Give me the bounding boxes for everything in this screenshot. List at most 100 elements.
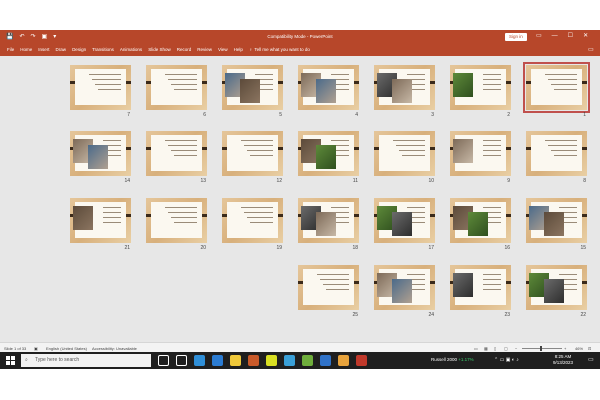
slide-number: 18 [352, 245, 358, 251]
zoom-slider[interactable] [522, 348, 562, 349]
taskbar-app-icon[interactable] [212, 355, 223, 366]
slide-thumbnail[interactable] [146, 65, 207, 110]
tab-insert[interactable]: Insert [38, 46, 49, 54]
slide-thumbnail[interactable] [523, 62, 590, 113]
slide-thumbnail[interactable] [450, 265, 511, 310]
slide-thumbnail[interactable] [298, 198, 359, 243]
slide-number: 15 [580, 245, 586, 251]
notification-icon[interactable]: ▭ [588, 356, 594, 363]
windows-start-icon[interactable] [6, 356, 15, 365]
slide-thumbnail[interactable] [298, 131, 359, 176]
slide-number: 20 [200, 245, 206, 251]
slide-thumbnail[interactable] [70, 131, 131, 176]
tab-animations[interactable]: Animations [120, 46, 142, 54]
clock[interactable]: 8:25 AM 9/13/2023 [553, 354, 573, 366]
minimize-icon[interactable]: — [552, 32, 558, 41]
slide-text-line [483, 89, 501, 90]
slide-thumbnail[interactable] [374, 65, 435, 110]
slide-text-line [171, 217, 197, 218]
slide-thumbnail[interactable] [450, 65, 511, 110]
slide-thumbnail[interactable] [374, 265, 435, 310]
slide-thumbnail[interactable] [298, 65, 359, 110]
slide-thumbnail[interactable] [450, 198, 511, 243]
slide-number: 9 [507, 178, 510, 184]
slide-text-line [174, 155, 197, 156]
slide-text-line [92, 79, 121, 80]
slide-thumbnail[interactable] [146, 198, 207, 243]
tab-record[interactable]: Record [177, 46, 192, 54]
taskbar-app-icon[interactable] [356, 355, 367, 366]
slide-text-line [402, 155, 425, 156]
system-tray[interactable]: ⌃ ▭ ▣ ◐ ♪ [494, 357, 519, 363]
slide-picture [468, 212, 488, 236]
taskbar-app-icon[interactable] [338, 355, 349, 366]
slide-text-line [95, 84, 121, 85]
taskbar-app-icon[interactable] [158, 355, 169, 366]
slide-text-line [331, 140, 349, 141]
slide-text-line [483, 274, 501, 275]
slide-thumbnail[interactable] [222, 198, 283, 243]
search-icon: ⌕ [25, 357, 28, 363]
slide-text-line [483, 150, 501, 151]
taskbar-app-icon[interactable] [194, 355, 205, 366]
tab-file[interactable]: File [7, 46, 14, 54]
taskbar-app-icon[interactable] [266, 355, 277, 366]
close-icon[interactable]: ✕ [583, 32, 588, 41]
slide-thumbnail[interactable] [526, 131, 587, 176]
slide-text-line [247, 217, 273, 218]
taskbar-app-icon[interactable] [302, 355, 313, 366]
stock-widget[interactable]: Russell 2000 +1.17% [431, 357, 474, 362]
slide-thumbnail[interactable] [298, 265, 359, 310]
comment-icon[interactable]: ▭ [588, 46, 594, 54]
ribbon-display-icon[interactable]: ▭ [536, 32, 542, 41]
slide-text-line [247, 150, 273, 151]
tab-review[interactable]: Review [197, 46, 212, 54]
slide-text-line [326, 289, 349, 290]
tab-design[interactable]: Design [72, 46, 86, 54]
slide-number: 2 [507, 112, 510, 118]
slide-picture [88, 145, 108, 169]
slide-picture [73, 206, 93, 230]
slide-text-line [244, 212, 273, 213]
slide-thumbnail[interactable] [374, 198, 435, 243]
taskbar-app-icon[interactable] [284, 355, 295, 366]
slide-text-line [545, 74, 577, 75]
slide-text-line [244, 145, 273, 146]
tab-slide-show[interactable]: Slide Show [148, 46, 171, 54]
slide-text-line [320, 279, 349, 280]
tab-home[interactable]: Home [20, 46, 32, 54]
slide-number: 13 [200, 178, 206, 184]
slide-picture [240, 79, 260, 103]
taskbar: ⌕ Type here to search Russell 2000 +1.17… [0, 352, 600, 369]
tab-view[interactable]: View [218, 46, 228, 54]
slide-text-line [241, 140, 273, 141]
slide-number: 11 [352, 178, 358, 184]
slide-thumbnail[interactable] [450, 131, 511, 176]
tab-transitions[interactable]: Transitions [92, 46, 114, 54]
tell-me-box[interactable]: ♀ Tell me what you want to do [249, 46, 310, 54]
taskbar-app-icon[interactable] [320, 355, 331, 366]
slide-number: 8 [583, 178, 586, 184]
zoom-slider-thumb[interactable] [540, 346, 542, 351]
slide-thumbnail[interactable] [146, 131, 207, 176]
slide-thumbnail[interactable] [70, 65, 131, 110]
sign-in-button[interactable]: Sign in [505, 33, 527, 41]
slide-text-line [483, 74, 501, 75]
tab-help[interactable]: Help [234, 46, 243, 54]
slide-text-line [396, 145, 425, 146]
slide-thumbnail[interactable] [222, 65, 283, 110]
slide-thumbnail[interactable] [222, 131, 283, 176]
maximize-icon[interactable]: ☐ [568, 32, 573, 41]
tab-draw[interactable]: Draw [56, 46, 67, 54]
slide-text-line [165, 207, 197, 208]
taskbar-app-icon[interactable] [176, 355, 187, 366]
taskbar-search-box[interactable]: ⌕ Type here to search [21, 354, 151, 367]
slide-thumbnail[interactable] [526, 198, 587, 243]
taskbar-app-icon[interactable] [230, 355, 241, 366]
slide-thumbnail[interactable] [374, 131, 435, 176]
slide-number: 25 [352, 312, 358, 318]
slide-picture [392, 279, 412, 303]
slide-thumbnail[interactable] [70, 198, 131, 243]
slide-thumbnail[interactable] [526, 265, 587, 310]
taskbar-app-icon[interactable] [248, 355, 259, 366]
